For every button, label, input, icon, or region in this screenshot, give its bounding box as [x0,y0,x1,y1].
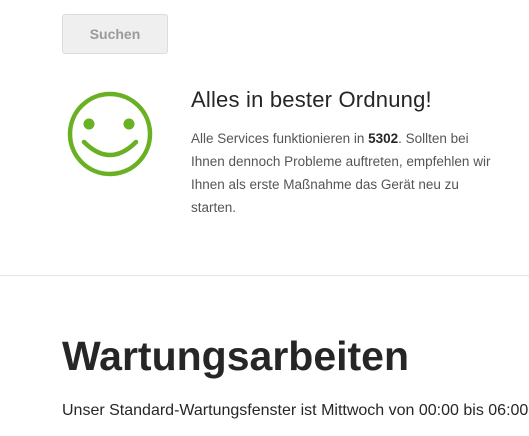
status-text-before: Alle Services funktionieren in [191,131,369,146]
maintenance-text: Unser Standard-Wartungsfenster ist Mittw… [62,402,529,419]
search-button[interactable]: Suchen [62,14,168,54]
smiley-face-icon [67,91,153,177]
search-button-label: Suchen [89,26,141,42]
section-divider [0,275,529,276]
maintenance-title: Wartungsarbeiten [62,333,410,379]
status-title: Alles in bester Ordnung! [191,87,432,112]
page: Suchen Alles in bester Ordnung! Alle Ser… [0,0,529,436]
status-text: Alle Services funktionieren in 5302. Sol… [191,127,491,219]
location-code: 5302 [368,131,399,146]
